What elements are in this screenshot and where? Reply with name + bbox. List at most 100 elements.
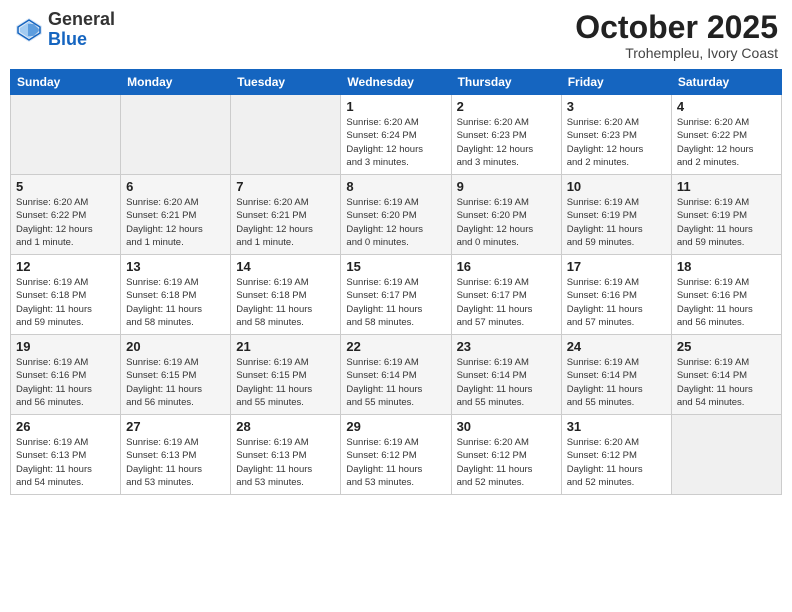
day-number: 7	[236, 179, 335, 194]
day-info: Sunrise: 6:19 AM Sunset: 6:18 PM Dayligh…	[126, 276, 225, 329]
day-number: 18	[677, 259, 776, 274]
day-number: 23	[457, 339, 556, 354]
day-info: Sunrise: 6:20 AM Sunset: 6:22 PM Dayligh…	[677, 116, 776, 169]
day-number: 17	[567, 259, 666, 274]
calendar-cell: 7 Sunrise: 6:20 AM Sunset: 6:21 PM Daylig…	[231, 175, 341, 255]
page: General Blue October 2025 Trohempleu, Iv…	[0, 0, 792, 612]
day-number: 16	[457, 259, 556, 274]
col-wednesday: Wednesday	[341, 70, 451, 95]
day-info: Sunrise: 6:19 AM Sunset: 6:20 PM Dayligh…	[457, 196, 556, 249]
col-thursday: Thursday	[451, 70, 561, 95]
calendar-cell: 12Sunrise: 6:19 AM Sunset: 6:18 PM Dayli…	[11, 255, 121, 335]
day-info: Sunrise: 6:19 AM Sunset: 6:14 PM Dayligh…	[567, 356, 666, 409]
day-info: Sunrise: 6:20 AM Sunset: 6:23 PM Dayligh…	[457, 116, 556, 169]
calendar-cell: 23Sunrise: 6:19 AM Sunset: 6:14 PM Dayli…	[451, 335, 561, 415]
calendar-cell: 27Sunrise: 6:19 AM Sunset: 6:13 PM Dayli…	[121, 415, 231, 495]
day-info: Sunrise: 6:20 AM Sunset: 6:24 PM Dayligh…	[346, 116, 445, 169]
day-info: Sunrise: 6:19 AM Sunset: 6:16 PM Dayligh…	[16, 356, 115, 409]
calendar-cell: 16 Sunrise: 6:19 AM Sunset: 6:17 PM Dayli…	[451, 255, 561, 335]
day-number: 4	[677, 99, 776, 114]
calendar-cell: 28 Sunrise: 6:19 AM Sunset: 6:13 PM Dayli…	[231, 415, 341, 495]
calendar-cell: 5Sunrise: 6:20 AM Sunset: 6:22 PM Daylig…	[11, 175, 121, 255]
logo-icon	[14, 16, 44, 44]
calendar-cell: 9 Sunrise: 6:19 AM Sunset: 6:20 PM Daylig…	[451, 175, 561, 255]
logo-general: General	[48, 9, 115, 29]
day-number: 20	[126, 339, 225, 354]
calendar-cell: 10 Sunrise: 6:19 AM Sunset: 6:19 PM Dayli…	[561, 175, 671, 255]
calendar-cell: 14 Sunrise: 6:19 AM Sunset: 6:18 PM Dayli…	[231, 255, 341, 335]
day-number: 10	[567, 179, 666, 194]
calendar-cell: 29 Sunrise: 6:19 AM Sunset: 6:12 PM Dayli…	[341, 415, 451, 495]
calendar-cell: 20 Sunrise: 6:19 AM Sunset: 6:15 PM Dayli…	[121, 335, 231, 415]
day-number: 13	[126, 259, 225, 274]
calendar-cell: 21 Sunrise: 6:19 AM Sunset: 6:15 PM Dayli…	[231, 335, 341, 415]
calendar-cell: 3 Sunrise: 6:20 AM Sunset: 6:23 PM Daylig…	[561, 95, 671, 175]
day-number: 15	[346, 259, 445, 274]
week-row-1: 1 Sunrise: 6:20 AM Sunset: 6:24 PM Daylig…	[11, 95, 782, 175]
day-info: Sunrise: 6:20 AM Sunset: 6:23 PM Dayligh…	[567, 116, 666, 169]
day-number: 2	[457, 99, 556, 114]
calendar-cell: 15 Sunrise: 6:19 AM Sunset: 6:17 PM Dayli…	[341, 255, 451, 335]
day-info: Sunrise: 6:19 AM Sunset: 6:19 PM Dayligh…	[567, 196, 666, 249]
day-number: 11	[677, 179, 776, 194]
day-number: 28	[236, 419, 335, 434]
header: General Blue October 2025 Trohempleu, Iv…	[10, 10, 782, 61]
day-number: 30	[457, 419, 556, 434]
day-info: Sunrise: 6:20 AM Sunset: 6:21 PM Dayligh…	[236, 196, 335, 249]
logo: General Blue	[14, 10, 115, 50]
day-info: Sunrise: 6:19 AM Sunset: 6:18 PM Dayligh…	[236, 276, 335, 329]
day-info: Sunrise: 6:19 AM Sunset: 6:14 PM Dayligh…	[346, 356, 445, 409]
day-number: 12	[16, 259, 115, 274]
day-number: 27	[126, 419, 225, 434]
calendar-cell	[231, 95, 341, 175]
calendar-cell: 13 Sunrise: 6:19 AM Sunset: 6:18 PM Dayli…	[121, 255, 231, 335]
logo-text: General Blue	[48, 10, 115, 50]
calendar-cell: 6 Sunrise: 6:20 AM Sunset: 6:21 PM Daylig…	[121, 175, 231, 255]
day-number: 21	[236, 339, 335, 354]
day-info: Sunrise: 6:19 AM Sunset: 6:17 PM Dayligh…	[346, 276, 445, 329]
day-info: Sunrise: 6:19 AM Sunset: 6:12 PM Dayligh…	[346, 436, 445, 489]
calendar-header-row: Sunday Monday Tuesday Wednesday Thursday…	[11, 70, 782, 95]
week-row-4: 19 Sunrise: 6:19 AM Sunset: 6:16 PM Dayli…	[11, 335, 782, 415]
day-info: Sunrise: 6:19 AM Sunset: 6:15 PM Dayligh…	[126, 356, 225, 409]
day-info: Sunrise: 6:20 AM Sunset: 6:12 PM Dayligh…	[457, 436, 556, 489]
calendar-cell	[121, 95, 231, 175]
day-info: Sunrise: 6:20 AM Sunset: 6:21 PM Dayligh…	[126, 196, 225, 249]
day-number: 19	[16, 339, 115, 354]
calendar-cell: 1 Sunrise: 6:20 AM Sunset: 6:24 PM Daylig…	[341, 95, 451, 175]
title-section: October 2025 Trohempleu, Ivory Coast	[575, 10, 778, 61]
calendar-cell	[671, 415, 781, 495]
calendar-cell: 18Sunrise: 6:19 AM Sunset: 6:16 PM Dayli…	[671, 255, 781, 335]
day-number: 24	[567, 339, 666, 354]
location: Trohempleu, Ivory Coast	[575, 45, 778, 61]
calendar-cell: 22 Sunrise: 6:19 AM Sunset: 6:14 PM Dayli…	[341, 335, 451, 415]
day-info: Sunrise: 6:19 AM Sunset: 6:13 PM Dayligh…	[16, 436, 115, 489]
calendar-cell: 4 Sunrise: 6:20 AM Sunset: 6:22 PM Daylig…	[671, 95, 781, 175]
day-info: Sunrise: 6:19 AM Sunset: 6:13 PM Dayligh…	[236, 436, 335, 489]
day-info: Sunrise: 6:19 AM Sunset: 6:17 PM Dayligh…	[457, 276, 556, 329]
day-number: 14	[236, 259, 335, 274]
day-number: 25	[677, 339, 776, 354]
col-tuesday: Tuesday	[231, 70, 341, 95]
calendar-cell: 19 Sunrise: 6:19 AM Sunset: 6:16 PM Dayli…	[11, 335, 121, 415]
calendar-cell: 8 Sunrise: 6:19 AM Sunset: 6:20 PM Daylig…	[341, 175, 451, 255]
calendar-cell: 2 Sunrise: 6:20 AM Sunset: 6:23 PM Daylig…	[451, 95, 561, 175]
day-number: 8	[346, 179, 445, 194]
day-number: 22	[346, 339, 445, 354]
day-number: 3	[567, 99, 666, 114]
day-number: 1	[346, 99, 445, 114]
calendar-cell: 25Sunrise: 6:19 AM Sunset: 6:14 PM Dayli…	[671, 335, 781, 415]
day-info: Sunrise: 6:19 AM Sunset: 6:15 PM Dayligh…	[236, 356, 335, 409]
week-row-2: 5Sunrise: 6:20 AM Sunset: 6:22 PM Daylig…	[11, 175, 782, 255]
col-sunday: Sunday	[11, 70, 121, 95]
day-number: 6	[126, 179, 225, 194]
day-info: Sunrise: 6:19 AM Sunset: 6:20 PM Dayligh…	[346, 196, 445, 249]
day-number: 9	[457, 179, 556, 194]
day-number: 26	[16, 419, 115, 434]
day-info: Sunrise: 6:19 AM Sunset: 6:16 PM Dayligh…	[567, 276, 666, 329]
calendar-cell: 17 Sunrise: 6:19 AM Sunset: 6:16 PM Dayli…	[561, 255, 671, 335]
week-row-5: 26 Sunrise: 6:19 AM Sunset: 6:13 PM Dayli…	[11, 415, 782, 495]
logo-blue: Blue	[48, 29, 87, 49]
calendar-cell: 30 Sunrise: 6:20 AM Sunset: 6:12 PM Dayli…	[451, 415, 561, 495]
day-number: 29	[346, 419, 445, 434]
